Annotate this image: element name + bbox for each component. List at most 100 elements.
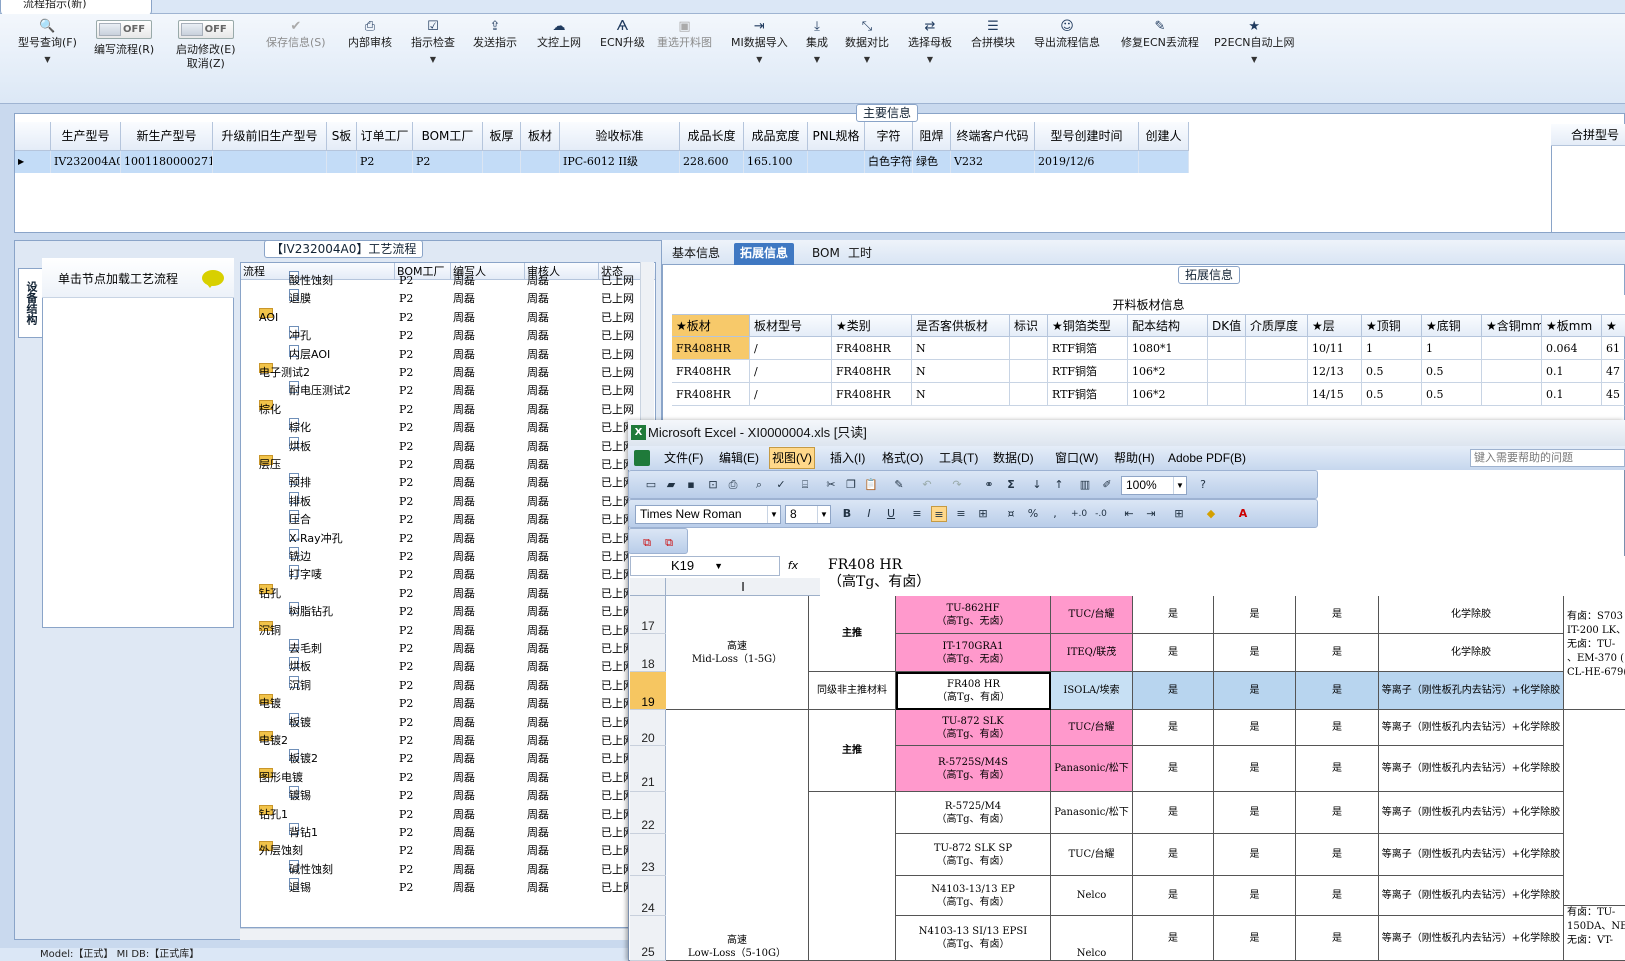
yes-cell[interactable]: 是 xyxy=(1133,792,1214,834)
col-header[interactable]: PNL规格 xyxy=(808,122,865,150)
cell[interactable]: FR408HR xyxy=(832,383,912,406)
col-header[interactable]: 板厚 xyxy=(483,122,521,150)
permission-icon[interactable]: ⊡ xyxy=(705,477,721,493)
yes-cell[interactable]: 是 xyxy=(1296,672,1379,710)
tree-row[interactable]: −外层蚀刻P2周磊周磊已上网 xyxy=(241,841,641,860)
cell[interactable]: 228.600 xyxy=(680,151,744,173)
tab-device-structure[interactable]: 设备结构 xyxy=(18,268,42,338)
tree-row[interactable]: 背钻1 P2 周磊 周磊 已上网 xyxy=(241,823,641,842)
yes-cell[interactable]: 是 xyxy=(1296,792,1379,834)
cell[interactable]: 10/11 xyxy=(1308,337,1362,360)
integrate-button[interactable]: ⤓ 集成 ▼ xyxy=(806,18,828,70)
align-center-icon[interactable]: ≡ xyxy=(931,506,947,522)
yes-cell[interactable]: 是 xyxy=(1296,876,1379,916)
merge-center-icon[interactable]: ⊞ xyxy=(975,506,991,522)
material-cell[interactable]: R-5725/M4 （高Tg、有卤） xyxy=(896,792,1051,834)
undo-icon[interactable]: ↶ xyxy=(919,477,935,493)
cut-icon[interactable]: ✂ xyxy=(823,477,839,493)
print-icon[interactable]: ⎙ xyxy=(725,477,741,493)
yes-cell[interactable]: 是 xyxy=(1214,634,1296,672)
yes-cell[interactable]: 是 xyxy=(1296,916,1379,961)
column-i-header[interactable]: I xyxy=(666,578,820,595)
tree-row[interactable]: −电镀P2周磊周磊已上网 xyxy=(241,694,641,713)
cell[interactable] xyxy=(1246,383,1308,406)
material-cell[interactable]: TU-872 SLK （高Tg、有卤） xyxy=(896,710,1051,746)
underline-icon[interactable]: U xyxy=(883,506,899,522)
borders-icon[interactable]: ⊞ xyxy=(1171,506,1187,522)
tree-row[interactable]: −电子测试2P2周磊周磊已上网 xyxy=(241,363,641,382)
process-cell[interactable]: 等离子（刚性板孔内去钻污）+化学除胶 xyxy=(1379,672,1564,710)
cell[interactable] xyxy=(1208,383,1246,406)
yes-cell[interactable]: 是 xyxy=(1133,672,1214,710)
cell[interactable]: / xyxy=(750,337,832,360)
col-header[interactable]: 板材 xyxy=(521,122,560,150)
process-cell[interactable]: 等离子（刚性板孔内去钻污）+化学除胶 xyxy=(1379,746,1564,792)
save-icon[interactable]: ▪ xyxy=(683,477,699,493)
cell[interactable]: 106*2 xyxy=(1128,360,1208,383)
supplier-cell[interactable]: TUC/台耀 xyxy=(1051,596,1133,634)
tree-row[interactable]: 预排 P2 周磊 周磊 已上网 xyxy=(241,473,641,492)
reselect-cut-image-button[interactable]: ▣ 重选开料图 xyxy=(657,18,712,50)
col-header[interactable]: ★铜箔类型 xyxy=(1048,315,1128,337)
tree-row[interactable]: 烘板 P2 周磊 周磊 已上网 xyxy=(241,657,641,676)
cell[interactable]: 0.5 xyxy=(1422,360,1482,383)
process-cell[interactable]: 化学除胶 xyxy=(1379,634,1564,672)
cell[interactable]: RTF铜箔 xyxy=(1048,360,1128,383)
cell[interactable] xyxy=(1208,360,1246,383)
cell[interactable] xyxy=(521,151,560,173)
cell[interactable]: P2 xyxy=(357,151,413,173)
cell[interactable]: RTF铜箔 xyxy=(1048,337,1128,360)
tree-row[interactable]: −钻孔P2周磊周磊已上网 xyxy=(241,583,641,603)
cell[interactable] xyxy=(1139,151,1189,173)
tree-row[interactable]: −棕化P2周磊周磊已上网 xyxy=(241,399,641,419)
cell[interactable] xyxy=(1482,383,1542,406)
font-color-icon[interactable]: A xyxy=(1235,506,1251,522)
yes-cell[interactable]: 是 xyxy=(1133,876,1214,916)
col-header[interactable]: ★底铜 xyxy=(1422,315,1482,337)
recommend-cell[interactable]: 同级非主推材料 xyxy=(809,672,896,710)
cell[interactable]: 12/13 xyxy=(1308,360,1362,383)
col-header[interactable]: 新生产型号 xyxy=(121,122,213,150)
fill-color-icon[interactable]: ◆ xyxy=(1203,506,1219,522)
col-header[interactable]: ★板材 xyxy=(672,315,750,337)
start-modify-toggle[interactable]: OFF 启动修改(E) 取消(Z) xyxy=(176,18,236,71)
cell[interactable] xyxy=(1010,383,1048,406)
tab-bom[interactable]: BOM xyxy=(806,243,846,265)
cell[interactable]: FR408HR xyxy=(832,360,912,383)
align-right-icon[interactable]: ≡ xyxy=(953,506,969,522)
repair-ecn-button[interactable]: ✎ 修复ECN丢流程 xyxy=(1121,18,1199,50)
cell[interactable]: FR408HR xyxy=(672,360,750,383)
material-cell[interactable]: IT-170GRA1 （高Tg、无卤） xyxy=(896,634,1051,672)
check-instruction-button[interactable]: ☑ 指示检查 ▼ xyxy=(411,18,455,70)
cell[interactable]: 0.5 xyxy=(1362,383,1422,406)
col-header[interactable]: 订单工厂 xyxy=(357,122,413,150)
cell[interactable] xyxy=(327,151,357,173)
col-header[interactable]: ★ xyxy=(1602,315,1625,337)
font-select[interactable]: Times New Roman ▼ xyxy=(635,505,781,524)
yes-cell[interactable]: 是 xyxy=(1133,746,1214,792)
cell[interactable]: 45 xyxy=(1602,383,1625,406)
material-cell[interactable]: FR408 HR （高Tg、有卤） xyxy=(896,672,1051,710)
cell[interactable]: IPC-6012 II级 xyxy=(560,151,680,173)
col-header[interactable]: 生产型号 xyxy=(51,122,121,150)
sort-desc-icon[interactable]: ↑ xyxy=(1051,477,1067,493)
cell[interactable]: 1080*1 xyxy=(1128,337,1208,360)
print-preview-icon[interactable]: ⌕ xyxy=(751,477,767,493)
chart-wizard-icon[interactable]: ▥ xyxy=(1077,477,1093,493)
cell[interactable]: P2 xyxy=(413,151,483,173)
percent-icon[interactable]: % xyxy=(1025,506,1041,522)
cell[interactable]: 47 xyxy=(1602,360,1625,383)
tree-row[interactable]: −层压P2周磊周磊已上网 xyxy=(241,455,641,474)
col-header[interactable]: 终端客户代码 xyxy=(951,122,1035,150)
tree-row[interactable]: −AOIP2周磊周磊已上网 xyxy=(241,307,641,327)
col-header[interactable]: 板材型号 xyxy=(750,315,832,337)
decrease-indent-icon[interactable]: ⇤ xyxy=(1121,506,1137,522)
send-instruction-button[interactable]: ⇪ 发送指示 xyxy=(473,18,517,50)
tree-row[interactable]: X-Ray冲孔 P2 周磊 周磊 已上网 xyxy=(241,528,641,548)
col-header[interactable]: 型号创建时间 xyxy=(1035,122,1139,150)
recommend-cell[interactable]: 主推 xyxy=(809,596,896,672)
export-process-button[interactable]: ☺ 导出流程信息 xyxy=(1034,18,1100,50)
process-cell[interactable]: 等离子（刚性板孔内去钻污）+化学除胶 xyxy=(1379,876,1564,916)
cell[interactable]: 61 xyxy=(1602,337,1625,360)
merge-module-button[interactable]: ☰ 合拼模块 xyxy=(971,18,1015,50)
